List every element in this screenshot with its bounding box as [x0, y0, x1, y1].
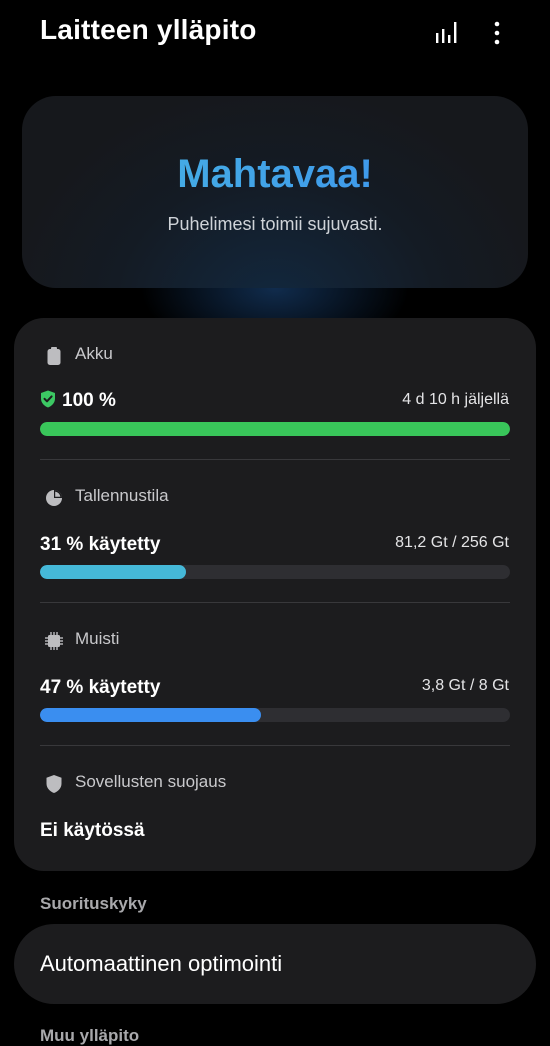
- auto-optimization-button[interactable]: Automaattinen optimointi: [14, 924, 536, 1004]
- battery-percent: 100 %: [62, 390, 116, 411]
- page-title: Laitteen ylläpito: [40, 14, 257, 45]
- storage-value: 31 % käytetty: [40, 534, 161, 555]
- status-hero-card: Mahtavaa! Puhelimesi toimii sujuvasti.: [22, 96, 528, 288]
- shield-check-icon: [40, 390, 56, 414]
- app-header: Laitteen ylläpito: [0, 0, 550, 70]
- device-care-card: Akku 100 % 4 d 10 h jäljellä Tallennusti…: [14, 318, 536, 871]
- other-maintenance-section-label: Muu ylläpito: [40, 1026, 140, 1045]
- status-subtitle: Puhelimesi toimii sujuvasti.: [167, 214, 383, 234]
- memory-detail: 3,8 Gt / 8 Gt: [421, 677, 509, 694]
- shield-icon: [44, 774, 64, 794]
- storage-bar: [40, 565, 510, 579]
- status-title: Mahtavaa!: [22, 152, 528, 197]
- memory-label: Muisti: [75, 629, 120, 648]
- pie-chart-icon: [44, 488, 64, 508]
- chip-icon: [44, 631, 64, 651]
- battery-label: Akku: [75, 344, 113, 363]
- storage-bar-fill: [40, 565, 186, 579]
- battery-value: 100 %: [40, 390, 116, 414]
- memory-bar: [40, 708, 510, 722]
- storage-label: Tallennustila: [75, 486, 169, 505]
- battery-bar-fill: [40, 422, 510, 436]
- divider: [40, 602, 510, 603]
- app-protection-label: Sovellusten suojaus: [75, 772, 227, 791]
- battery-icon: [44, 346, 64, 366]
- battery-bar: [40, 422, 510, 436]
- memory-bar-fill: [40, 708, 261, 722]
- divider: [40, 459, 510, 460]
- memory-value: 47 % käytetty: [40, 677, 161, 698]
- app-protection-value: Ei käytössä: [40, 820, 145, 841]
- storage-detail: 81,2 Gt / 256 Gt: [395, 534, 509, 551]
- divider: [40, 745, 510, 746]
- performance-section-label: Suorituskyky: [40, 894, 147, 913]
- stats-icon[interactable]: [432, 18, 462, 48]
- auto-optimization-label: Automaattinen optimointi: [40, 951, 283, 976]
- battery-remaining: 4 d 10 h jäljellä: [402, 391, 509, 408]
- more-options-icon[interactable]: [482, 18, 512, 48]
